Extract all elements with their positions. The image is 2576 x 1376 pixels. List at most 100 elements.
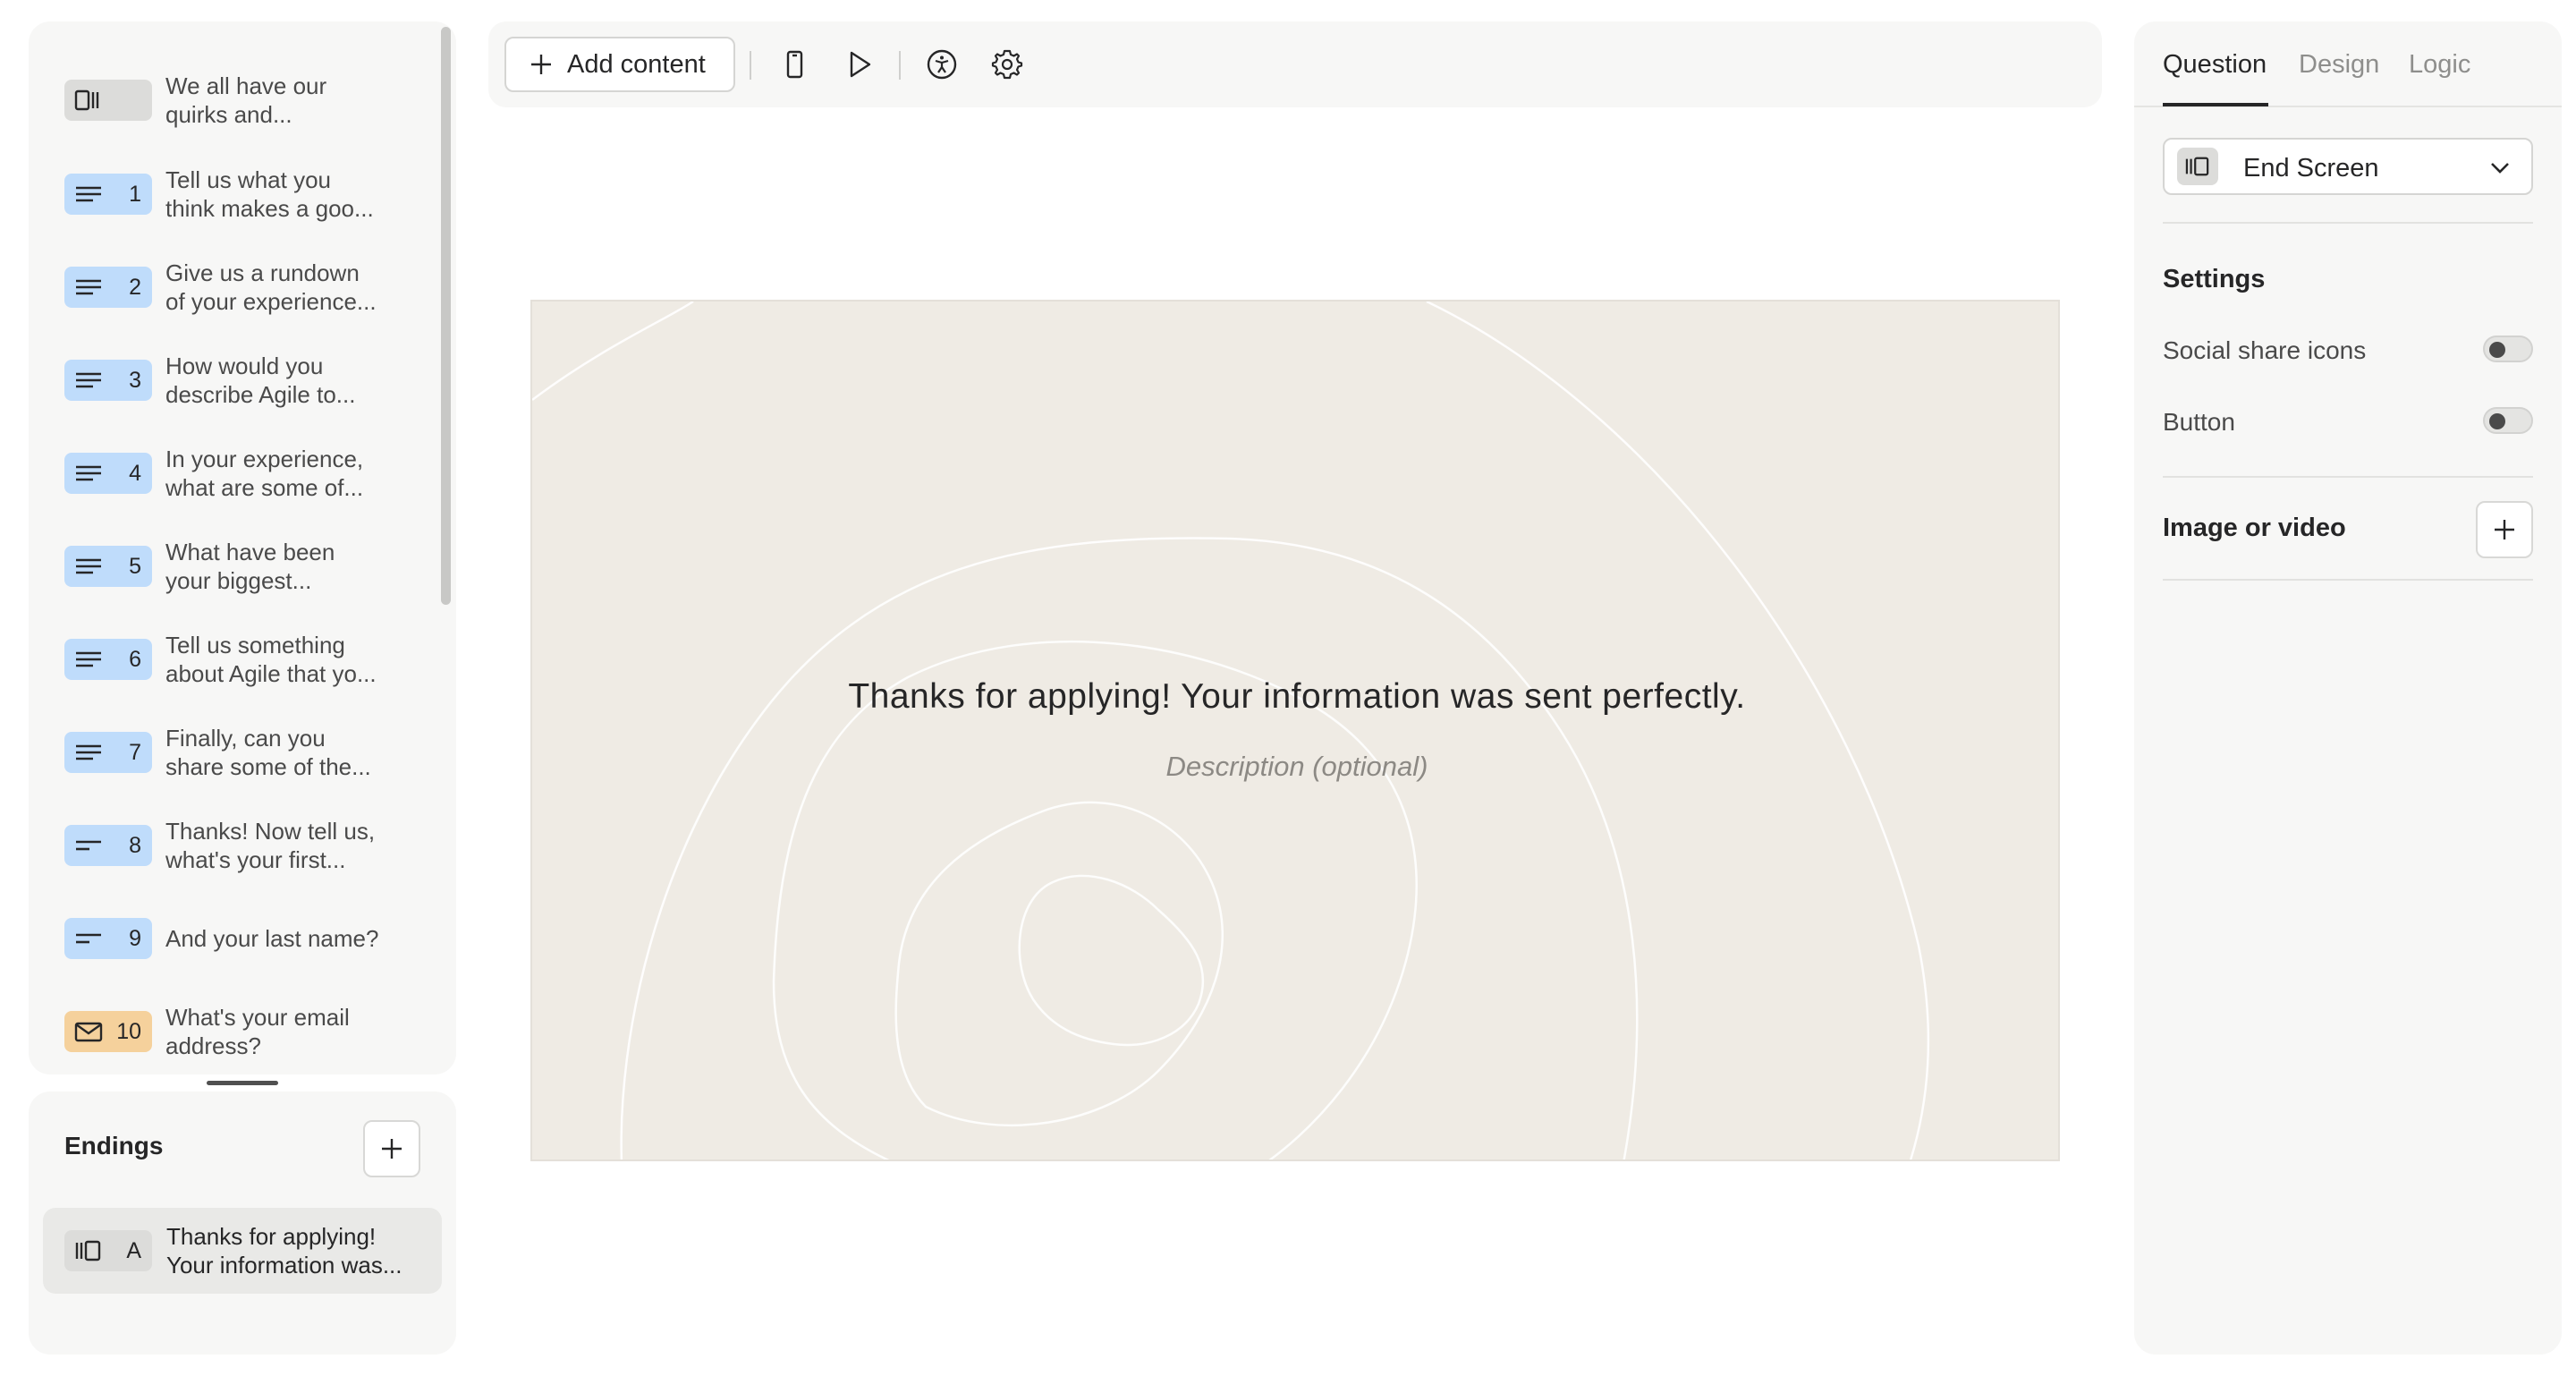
question-badge: 6 bbox=[64, 639, 152, 680]
question-item-2[interactable]: 2 Give us a rundown of your experience... bbox=[29, 241, 456, 334]
toolbar-separator bbox=[750, 51, 751, 80]
end-screen-canvas: Thanks for applying! Your information wa… bbox=[530, 300, 2060, 1161]
add-image-or-video-button[interactable] bbox=[2476, 501, 2533, 558]
question-item-10[interactable]: 10 What's your email address? bbox=[29, 985, 456, 1074]
question-text: Tell us what you think makes a goo... bbox=[165, 166, 374, 222]
question-number: 3 bbox=[129, 367, 141, 393]
question-badge: 9 bbox=[64, 918, 152, 959]
tab-design[interactable]: Design bbox=[2299, 50, 2379, 80]
end-screen-icon bbox=[2185, 157, 2209, 176]
long-text-icon bbox=[76, 744, 101, 760]
question-text: What's your email address? bbox=[165, 1004, 350, 1059]
social-share-icons-toggle[interactable] bbox=[2483, 336, 2533, 362]
question-item-6[interactable]: 6 Tell us something about Agile that yo..… bbox=[29, 613, 456, 706]
add-ending-button[interactable] bbox=[363, 1120, 420, 1177]
question-text: How would you describe Agile to... bbox=[165, 352, 356, 408]
settings-heading: Settings bbox=[2163, 265, 2266, 293]
question-item-8[interactable]: 8 Thanks! Now tell us, what's your first.… bbox=[29, 799, 456, 892]
question-text: And your last name? bbox=[165, 925, 379, 952]
properties-panel: Question Design Logic End Screen Setting… bbox=[2134, 21, 2562, 1355]
editor-toolbar: Add content bbox=[488, 21, 2102, 107]
end-screen-title[interactable]: Thanks for applying! Your information wa… bbox=[532, 677, 2058, 717]
question-item-4[interactable]: 4 In your experience, what are some of... bbox=[29, 427, 456, 520]
question-type-badge bbox=[2177, 148, 2218, 185]
long-text-icon bbox=[76, 558, 101, 574]
plus-icon bbox=[382, 1139, 402, 1159]
question-text: Give us a rundown of your experience... bbox=[165, 259, 377, 315]
question-item-1[interactable]: 1 Tell us what you think makes a goo... bbox=[29, 148, 456, 241]
question-list-panel: We all have our quirks and... 1 Tell us w… bbox=[29, 21, 456, 1074]
long-text-icon bbox=[76, 465, 101, 481]
question-type-value: End Screen bbox=[2243, 154, 2379, 183]
question-item-7[interactable]: 7 Finally, can you share some of the... bbox=[29, 706, 456, 799]
question-badge: 1 bbox=[64, 174, 152, 215]
question-number: 8 bbox=[129, 832, 141, 858]
panel-resize-handle[interactable] bbox=[207, 1081, 278, 1085]
question-badge bbox=[64, 80, 152, 121]
gear-icon bbox=[991, 49, 1023, 80]
question-number: 6 bbox=[129, 646, 141, 672]
email-icon bbox=[74, 1022, 103, 1042]
end-screen-icon bbox=[75, 1240, 101, 1261]
mobile-preview-button[interactable] bbox=[775, 45, 814, 84]
welcome-screen-icon bbox=[74, 89, 99, 111]
question-badge: 2 bbox=[64, 267, 152, 308]
long-text-icon bbox=[76, 651, 101, 667]
question-number: 10 bbox=[116, 1018, 141, 1044]
add-content-label: Add content bbox=[567, 49, 706, 79]
button-label: Button bbox=[2163, 408, 2235, 436]
play-icon bbox=[850, 51, 871, 78]
question-number: 1 bbox=[129, 181, 141, 207]
question-text: Tell us something about Agile that yo... bbox=[165, 632, 377, 687]
tab-question[interactable]: Question bbox=[2163, 50, 2267, 80]
question-item-welcome[interactable]: We all have our quirks and... bbox=[29, 54, 456, 147]
question-item-3[interactable]: 3 How would you describe Agile to... bbox=[29, 334, 456, 427]
toggle-knob bbox=[2489, 413, 2505, 429]
long-text-icon bbox=[76, 186, 101, 202]
tab-logic[interactable]: Logic bbox=[2409, 50, 2470, 80]
question-text: Finally, can you share some of the... bbox=[165, 725, 371, 780]
social-share-icons-label: Social share icons bbox=[2163, 336, 2367, 364]
question-type-select[interactable]: End Screen bbox=[2163, 138, 2533, 195]
question-badge: 3 bbox=[64, 360, 152, 401]
question-text: What have been your biggest... bbox=[165, 539, 335, 594]
question-number: 9 bbox=[129, 925, 141, 951]
long-text-icon bbox=[76, 372, 101, 388]
plus-icon bbox=[2495, 520, 2514, 539]
topographic-background bbox=[532, 302, 1930, 1159]
section-divider bbox=[2163, 476, 2533, 478]
question-badge: 5 bbox=[64, 546, 152, 587]
accessibility-icon bbox=[927, 49, 957, 80]
active-tab-indicator bbox=[2163, 103, 2268, 106]
question-text: Thanks! Now tell us, what's your first... bbox=[165, 818, 376, 873]
settings-button[interactable] bbox=[987, 45, 1027, 84]
question-text: In your experience, what are some of... bbox=[165, 446, 364, 501]
chevron-down-icon bbox=[2491, 163, 2509, 174]
button-toggle[interactable] bbox=[2483, 407, 2533, 434]
toolbar-separator bbox=[899, 51, 901, 80]
question-number: 2 bbox=[129, 274, 141, 300]
short-text-icon bbox=[76, 933, 101, 944]
toggle-knob bbox=[2489, 342, 2505, 358]
image-or-video-label: Image or video bbox=[2163, 514, 2346, 542]
ending-badge: A bbox=[64, 1230, 152, 1271]
question-badge: 8 bbox=[64, 825, 152, 866]
endings-title: Endings bbox=[64, 1132, 164, 1159]
question-number: 5 bbox=[129, 553, 141, 579]
short-text-icon bbox=[76, 840, 101, 851]
add-content-button[interactable]: Add content bbox=[504, 37, 735, 92]
question-badge: 7 bbox=[64, 732, 152, 773]
ending-item-a[interactable]: A Thanks for applying! Your information w… bbox=[43, 1208, 442, 1294]
question-item-5[interactable]: 5 What have been your biggest... bbox=[29, 520, 456, 613]
end-screen-description[interactable]: Description (optional) bbox=[532, 751, 2058, 783]
properties-tabs: Question Design Logic bbox=[2134, 21, 2562, 107]
question-badge: 10 bbox=[64, 1011, 152, 1052]
endings-panel: Endings A Thanks for applying! Your infor… bbox=[29, 1091, 456, 1355]
preview-button[interactable] bbox=[839, 45, 878, 84]
plus-icon bbox=[531, 55, 551, 74]
question-badge: 4 bbox=[64, 453, 152, 494]
ending-text: Thanks for applying! Your information was… bbox=[166, 1223, 402, 1278]
accessibility-button[interactable] bbox=[922, 45, 962, 84]
mobile-icon bbox=[786, 50, 803, 79]
question-item-9[interactable]: 9 And your last name? bbox=[29, 892, 456, 985]
